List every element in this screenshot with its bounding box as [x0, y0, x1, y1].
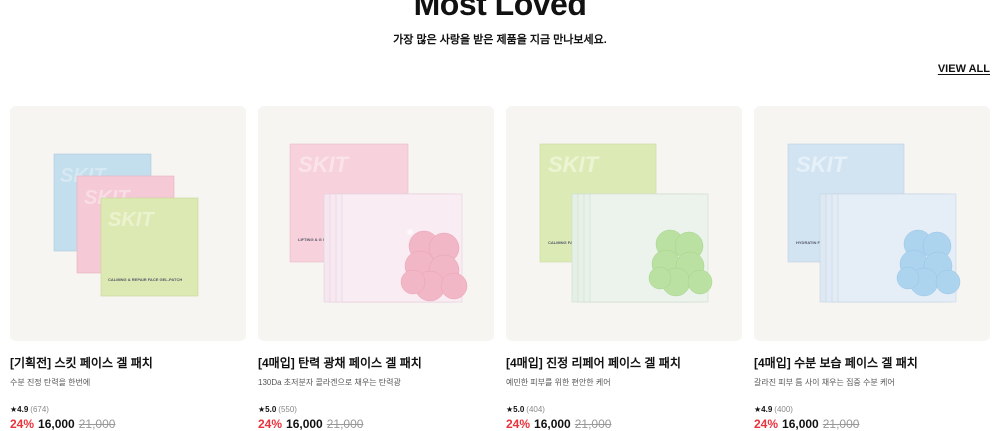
- product-description: 예민한 피부를 위한 편안한 케어: [506, 378, 611, 387]
- product-card[interactable]: SKIT LIFTING & G FACE GEL-PATC [4매입] 탄력 …: [258, 106, 494, 431]
- box-label: CALMING & REPAIR FACE GEL-PATCH: [108, 277, 182, 282]
- product-illustration: SKIT LIFTING & G FACE GEL-PATC: [289, 143, 468, 303]
- product-image[interactable]: SKIT HYDRATIN FACE GEL-: [754, 106, 990, 341]
- section-subtitle: 가장 많은 사랑을 받은 제품을 지금 만나보세요.: [393, 34, 607, 46]
- original-price: 21,000: [326, 417, 364, 431]
- sale-price: 16,000: [782, 417, 819, 431]
- brand-wordmark: SKIT: [108, 209, 155, 231]
- rating-score: 4.9: [17, 405, 29, 414]
- product-image[interactable]: SKIT CALMING FACE GEL-: [506, 106, 742, 341]
- product-rating: ★5.0 (404): [506, 405, 742, 414]
- brand-wordmark: SKIT: [796, 152, 848, 177]
- product-name[interactable]: [4매입] 탄력 광채 페이스 겔 패치: [258, 354, 494, 371]
- sale-price: 16,000: [286, 417, 323, 431]
- original-price: 21,000: [822, 417, 860, 431]
- sale-price: 16,000: [38, 417, 75, 431]
- product-description: 수분 진정 탄력을 한번에: [10, 378, 91, 387]
- product-illustration: SKIT HYDRATIN FACE GEL-: [787, 143, 961, 303]
- product-name[interactable]: [4매입] 수분 보습 페이스 겔 패치: [754, 354, 990, 371]
- product-illustration: SKIT SKIT SKIT CALMING & REPAIR FACE GEL…: [53, 153, 199, 297]
- product-rating: ★4.9 (400): [754, 405, 990, 414]
- rating-score: 5.0: [265, 405, 277, 414]
- price-row: 24% 16,000 21,000: [754, 417, 990, 431]
- price-row: 24% 16,000 21,000: [258, 417, 494, 431]
- review-count: (404): [526, 405, 545, 414]
- product-card[interactable]: SKIT SKIT SKIT CALMING & REPAIR FACE GEL…: [10, 106, 246, 431]
- price-row: 24% 16,000 21,000: [506, 417, 742, 431]
- discount-rate: 24%: [10, 417, 35, 431]
- discount-rate: 24%: [506, 417, 531, 431]
- sale-price: 16,000: [534, 417, 571, 431]
- product-rating: ★4.9 (674): [10, 405, 246, 414]
- review-count: (400): [774, 405, 793, 414]
- product-card[interactable]: SKIT HYDRATIN FACE GEL- [4매입] 수분 보습 페이스 …: [754, 106, 990, 431]
- review-count: (550): [278, 405, 297, 414]
- product-image[interactable]: SKIT LIFTING & G FACE GEL-PATC: [258, 106, 494, 341]
- product-description: 130Da 초저분자 콜라겐으로 채우는 탄력광: [258, 378, 401, 387]
- product-illustration: SKIT CALMING FACE GEL-: [539, 143, 713, 303]
- product-image[interactable]: SKIT SKIT SKIT CALMING & REPAIR FACE GEL…: [10, 106, 246, 341]
- product-card[interactable]: SKIT CALMING FACE GEL- [4매입] 진정 리페어 페이스 …: [506, 106, 742, 431]
- review-count: (674): [30, 405, 49, 414]
- original-price: 21,000: [574, 417, 612, 431]
- view-all-link[interactable]: VIEW ALL: [938, 63, 990, 75]
- section-title: Most Loved: [413, 0, 587, 22]
- brand-wordmark: SKIT: [548, 152, 600, 177]
- rating-score: 4.9: [761, 405, 773, 414]
- discount-rate: 24%: [258, 417, 283, 431]
- original-price: 21,000: [78, 417, 116, 431]
- product-name[interactable]: [기획전] 스킷 페이스 겔 패치: [10, 354, 246, 371]
- rating-score: 5.0: [513, 405, 525, 414]
- brand-wordmark: SKIT: [298, 152, 350, 177]
- discount-rate: 24%: [754, 417, 779, 431]
- price-row: 24% 16,000 21,000: [10, 417, 246, 431]
- product-name[interactable]: [4매입] 진정 리페어 페이스 겔 패치: [506, 354, 742, 371]
- product-description: 갈라진 피부 틈 사이 채우는 집중 수분 케어: [754, 378, 895, 387]
- product-rating: ★5.0 (550): [258, 405, 494, 414]
